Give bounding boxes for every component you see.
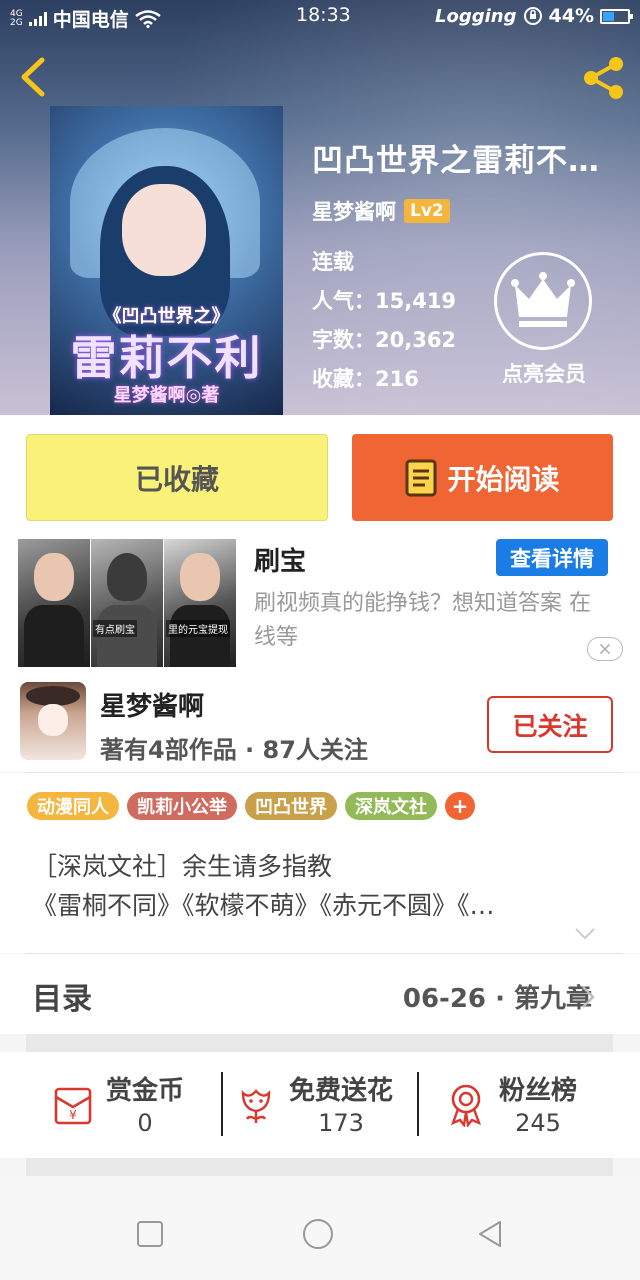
battery-icon xyxy=(600,8,633,24)
ad-title: 刷宝 xyxy=(254,547,307,577)
battery-percent: 44% xyxy=(548,5,594,27)
status-right: Logging 44% xyxy=(435,5,633,27)
fan-ranking-label: 粉丝榜 xyxy=(499,1076,578,1106)
tag[interactable]: 凯莉小公举 xyxy=(127,792,237,820)
ad-thumbnail: 有点刷宝 xyxy=(91,539,163,667)
reward-coins-value: 0 xyxy=(137,1109,153,1137)
tag[interactable]: 凹凸世界 xyxy=(245,792,337,820)
ad-detail-button[interactable]: 查看详情 xyxy=(496,539,608,576)
triangle-back-icon[interactable] xyxy=(474,1218,506,1250)
section-spacer xyxy=(26,1158,613,1176)
separator xyxy=(417,1072,419,1136)
cover-author: 星梦酱啊◎著 xyxy=(113,385,220,406)
reward-coins[interactable]: ¥ 赏金币 0 xyxy=(50,1070,184,1137)
book-title: 凹凸世界之雷莉不… xyxy=(312,143,600,179)
latest-chapter: 06-26 · 第九章 xyxy=(402,984,592,1014)
medal-icon xyxy=(450,1084,482,1127)
ad-thumbnail xyxy=(18,539,90,667)
back-button[interactable] xyxy=(16,56,52,98)
add-tag-button[interactable]: + xyxy=(445,792,475,820)
chevron-down-icon[interactable] xyxy=(574,927,596,941)
intro-line-1: ［深岚文社］余生请多指教 xyxy=(32,852,333,881)
tag[interactable]: 深岚文社 xyxy=(345,792,437,820)
word-count-stat: 字数：20,362 xyxy=(312,328,457,352)
ad-thumb-cat xyxy=(107,553,147,601)
avatar-hat xyxy=(26,686,80,706)
status-left: 4G 2G 中国电信 xyxy=(10,5,161,32)
crown-icon xyxy=(511,272,575,327)
tag-list: 动漫同人 凯莉小公举 凹凸世界 深岚文社 + xyxy=(27,792,475,820)
tags-section: 动漫同人 凯莉小公举 凹凸世界 深岚文社 + ［深岚文社］余生请多指教 《雷桐不… xyxy=(0,773,640,953)
ad-thumbnail: 里的元宝提现 xyxy=(164,539,236,667)
ad-thumb-person xyxy=(180,553,220,601)
vip-button[interactable] xyxy=(494,252,592,350)
popularity-stat: 人气：15,419 xyxy=(312,289,457,313)
reward-coins-label: 赏金币 xyxy=(106,1076,185,1106)
author-section[interactable]: 星梦酱啊 著有4部作品 · 87人关注 已关注 xyxy=(0,672,640,772)
signal-icon xyxy=(28,11,47,26)
ad-thumb-person xyxy=(34,553,74,601)
status-bar: 4G 2G 中国电信 18:33 Logging 44% xyxy=(0,0,640,32)
logging-indicator: Logging xyxy=(435,5,517,27)
serial-status: 连载 xyxy=(312,250,354,274)
separator xyxy=(221,1072,223,1136)
close-icon[interactable] xyxy=(587,637,623,661)
battery-fill xyxy=(603,11,615,21)
network-type: 4G 2G xyxy=(10,9,23,28)
action-bar: 已收藏 开始阅读 xyxy=(0,415,640,537)
chevron-right-icon xyxy=(582,986,595,1008)
stats-row: ¥ 赏金币 0 免费送花 173 粉丝榜 245 xyxy=(0,1052,640,1158)
free-flowers-value: 173 xyxy=(318,1109,364,1137)
book-header: 4G 2G 中国电信 18:33 Logging 44% 《凹凸世界之》 雷莉不… xyxy=(0,0,640,415)
book-icon xyxy=(405,459,437,496)
ad-thumb-body xyxy=(24,605,84,667)
flower-icon xyxy=(241,1088,271,1123)
section-spacer xyxy=(26,1034,613,1052)
wifi-icon xyxy=(134,9,161,28)
ad-thumb-caption: 有点刷宝 xyxy=(93,620,137,637)
rotation-lock-icon xyxy=(523,7,542,25)
start-reading-label: 开始阅读 xyxy=(447,462,560,496)
avatar[interactable] xyxy=(20,682,86,760)
level-badge: Lv2 xyxy=(404,199,450,223)
intro-line-2: 《雷桐不同》《软檬不萌》《赤元不圆》《… xyxy=(32,891,495,920)
favorites-stat: 收藏：216 xyxy=(312,367,419,391)
ad-description: 刷视频真的能挣钱？想知道答案 在线等 xyxy=(254,591,591,650)
system-nav-bar xyxy=(0,1176,640,1280)
header-author-name: 星梦酱啊 xyxy=(312,200,396,224)
carrier-name: 中国电信 xyxy=(52,9,129,31)
start-reading-button[interactable]: 开始阅读 xyxy=(352,434,613,521)
catalog-row[interactable]: 目录 06-26 · 第九章 xyxy=(0,954,640,1034)
ad-thumb-caption: 里的元宝提现 xyxy=(166,620,230,637)
follow-button[interactable]: 已关注 xyxy=(487,696,613,753)
red-envelope-icon: ¥ xyxy=(54,1087,92,1124)
share-button[interactable] xyxy=(580,54,628,102)
catalog-title: 目录 xyxy=(32,982,92,1017)
vip-label[interactable]: 点亮会员 xyxy=(494,358,594,388)
free-flowers-label: 免费送花 xyxy=(289,1076,394,1106)
fan-ranking-value: 245 xyxy=(515,1109,561,1137)
header-author[interactable]: 星梦酱啊 Lv2 xyxy=(312,196,450,226)
author-info: 著有4部作品 · 87人关注 xyxy=(100,736,368,764)
ad-banner[interactable]: 有点刷宝 里的元宝提现 刷宝 查看详情 刷视频真的能挣钱？想知道答案 在线等 xyxy=(0,537,640,672)
square-icon[interactable] xyxy=(134,1218,166,1250)
fan-ranking[interactable]: 粉丝榜 245 xyxy=(443,1070,577,1137)
svg-text:¥: ¥ xyxy=(69,1108,77,1122)
free-flowers[interactable]: 免费送花 173 xyxy=(233,1070,393,1137)
tag[interactable]: 动漫同人 xyxy=(27,792,119,820)
cover-title: 雷莉不利 xyxy=(70,331,263,385)
cover-character-face xyxy=(122,184,206,276)
network-type-bottom: 2G xyxy=(10,17,23,28)
clock: 18:33 xyxy=(296,4,351,26)
book-cover[interactable]: 《凹凸世界之》 雷莉不利 星梦酱啊◎著 xyxy=(50,106,283,415)
circle-icon[interactable] xyxy=(302,1218,334,1250)
author-name: 星梦酱啊 xyxy=(100,692,205,722)
collect-button[interactable]: 已收藏 xyxy=(26,434,328,521)
avatar-face xyxy=(38,704,68,736)
